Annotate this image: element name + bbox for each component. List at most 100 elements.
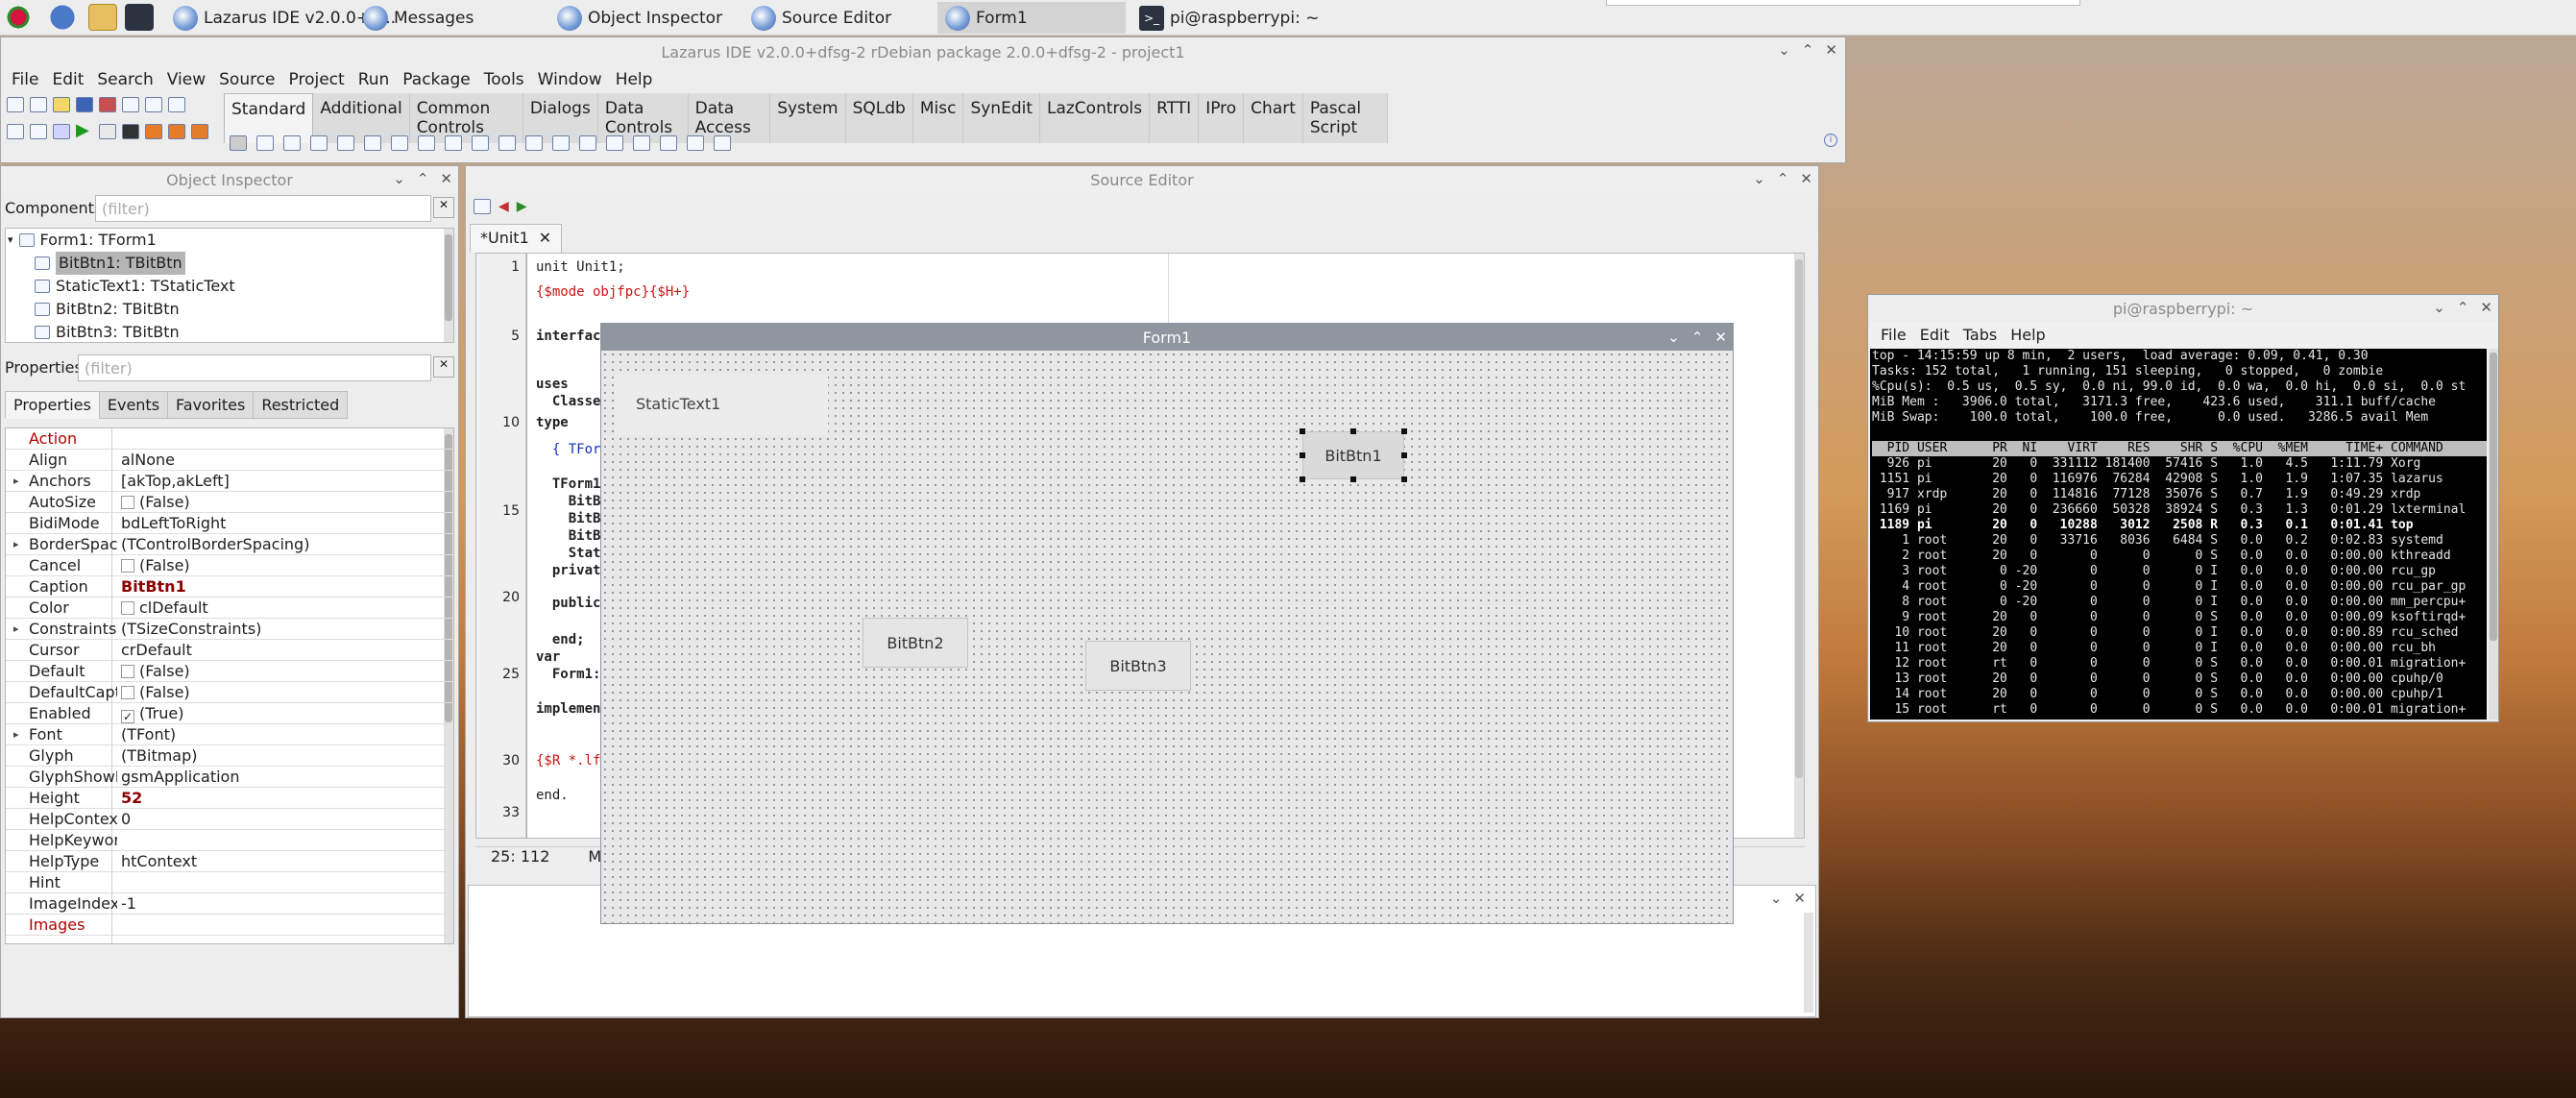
property-row[interactable]: ▸ Font (TFont) <box>6 724 453 745</box>
palette-tab-rtti[interactable]: RTTI <box>1150 93 1200 143</box>
close-icon[interactable]: ✕ <box>1714 329 1727 346</box>
menu-run[interactable]: Run <box>352 66 397 93</box>
close-icon[interactable]: ✕ <box>1800 170 1812 187</box>
property-value[interactable]: ✓ (True) <box>121 703 183 723</box>
property-row[interactable]: BidiMode bdLeftToRight <box>6 513 453 534</box>
new-form-icon[interactable] <box>30 97 47 112</box>
minimize-icon[interactable]: ⌄ <box>1778 41 1790 59</box>
tab-restricted[interactable]: Restricted <box>253 391 349 419</box>
property-value[interactable]: (TBitmap) <box>121 745 198 766</box>
collapse-icon[interactable]: ▾ <box>8 229 13 252</box>
menu-source[interactable]: Source <box>212 66 281 93</box>
menu-window[interactable]: Window <box>531 66 609 93</box>
pause-icon[interactable] <box>99 124 116 139</box>
tab-unit1[interactable]: *Unit1 ✕ <box>470 224 563 253</box>
selection-handle[interactable] <box>1401 452 1407 458</box>
memo-component-icon[interactable] <box>391 135 408 151</box>
checkbox[interactable] <box>121 665 134 678</box>
property-value[interactable]: crDefault <box>121 640 192 660</box>
selection-handle[interactable] <box>1350 428 1356 434</box>
property-value[interactable]: bdLeftToRight <box>121 513 226 533</box>
property-row[interactable]: Enabled ✓ (True) <box>6 703 453 724</box>
property-value[interactable]: alNone <box>121 450 175 470</box>
form1-canvas[interactable]: StaticText1 BitBtn1 BitBtn2 BitBtn3 <box>601 351 1733 923</box>
selection-handle[interactable] <box>1300 452 1305 458</box>
expand-icon[interactable]: ▸ <box>13 534 19 554</box>
menu-package[interactable]: Package <box>396 66 476 93</box>
components-filter-input[interactable]: (filter) <box>95 195 431 222</box>
property-row[interactable]: Glyph (TBitmap) <box>6 745 453 767</box>
info-icon[interactable]: i <box>1824 134 1837 147</box>
combobox-component-icon[interactable] <box>525 135 543 151</box>
taskbar-input-field[interactable] <box>1606 0 2080 6</box>
menu-file[interactable]: File <box>5 66 45 93</box>
save-all-icon[interactable] <box>99 97 116 112</box>
expand-icon[interactable]: ▸ <box>13 619 19 639</box>
palette-tab-misc[interactable]: Misc <box>912 93 964 143</box>
palette-tab-synedit[interactable]: SynEdit <box>963 93 1040 143</box>
property-value[interactable]: (False) <box>121 682 190 702</box>
checkgroup-component-icon[interactable] <box>633 135 650 151</box>
clear-filter-icon[interactable]: ✕ <box>433 197 454 218</box>
groupbox-component-icon[interactable] <box>579 135 596 151</box>
palette-tab-system[interactable]: System <box>770 93 846 143</box>
frame-component-icon[interactable] <box>687 135 704 151</box>
button-component-icon[interactable] <box>310 135 328 151</box>
property-row[interactable]: Color clDefault <box>6 598 453 619</box>
checkbox[interactable] <box>121 496 134 509</box>
label-component-icon[interactable] <box>337 135 354 151</box>
property-row[interactable]: Default (False) <box>6 661 453 682</box>
property-value[interactable]: clDefault <box>121 598 208 618</box>
property-row[interactable]: ▸ Anchors [akTop,akLeft] <box>6 471 453 492</box>
maximize-icon[interactable]: ⌃ <box>1777 170 1789 187</box>
tab-favorites[interactable]: Favorites <box>167 391 255 419</box>
radiogroup-component-icon[interactable] <box>606 135 623 151</box>
minimize-icon[interactable]: ⌄ <box>1753 170 1765 187</box>
checkbox-component-icon[interactable] <box>445 135 462 151</box>
minimize-icon[interactable]: ⌄ <box>1770 890 1783 907</box>
popupmenu-component-icon[interactable] <box>283 135 301 151</box>
terminal-menu-tabs[interactable]: Tabs <box>1956 322 2004 347</box>
task-object-inspector[interactable]: Object Inspector <box>549 2 730 34</box>
terminal-launcher-icon[interactable] <box>125 4 154 31</box>
bitbtn2[interactable]: BitBtn2 <box>863 618 968 668</box>
terminal-menu-edit[interactable]: Edit <box>1913 322 1956 347</box>
selection-handle[interactable] <box>1401 428 1407 434</box>
maximize-icon[interactable]: ⌃ <box>2457 299 2469 316</box>
palette-tab-pascal-script[interactable]: Pascal Script <box>1302 93 1389 143</box>
tree-item-bitbtn2[interactable]: BitBtn2: TBitBtn <box>6 298 453 321</box>
property-row[interactable]: Cancel (False) <box>6 555 453 576</box>
task-terminal[interactable]: >_ pi@raspberrypi: ~ <box>1131 2 1326 34</box>
toggle-form-icon[interactable] <box>122 97 139 112</box>
menu-search[interactable]: Search <box>90 66 159 93</box>
checkbox[interactable]: ✓ <box>121 710 134 723</box>
property-row[interactable]: Hint <box>6 872 453 893</box>
tree-item-form1[interactable]: ▾ Form1: TForm1 <box>6 229 453 252</box>
properties-filter-input[interactable]: (filter) <box>78 354 431 381</box>
property-value[interactable]: -1 <box>121 893 136 914</box>
togglebox-component-icon[interactable] <box>418 135 435 151</box>
menu-help[interactable]: Help <box>609 66 660 93</box>
property-row[interactable]: ▸ Constraints (TSizeConstraints) <box>6 619 453 640</box>
minimize-icon[interactable]: ⌄ <box>2433 299 2445 316</box>
build-mode-icon[interactable] <box>53 124 70 139</box>
raspberry-menu-icon[interactable] <box>4 4 33 31</box>
browser-icon[interactable] <box>48 4 77 31</box>
edit-component-icon[interactable] <box>364 135 381 151</box>
checkbox[interactable] <box>121 559 134 573</box>
property-value[interactable]: htContext <box>121 851 197 871</box>
property-value[interactable]: (TControlBorderSpacing) <box>121 534 309 554</box>
terminal-menu-help[interactable]: Help <box>2004 322 2052 347</box>
view-forms-icon[interactable] <box>168 97 185 112</box>
property-row[interactable]: HelpKeyword <box>6 830 453 851</box>
property-row[interactable]: Align alNone <box>6 450 453 471</box>
property-row[interactable]: Action <box>6 428 453 450</box>
tab-properties[interactable]: Properties <box>5 391 100 419</box>
property-row[interactable]: HelpContext 0 <box>6 809 453 830</box>
save-icon[interactable] <box>76 97 93 112</box>
tab-events[interactable]: Events <box>98 391 169 419</box>
property-value[interactable]: 52 <box>121 788 142 808</box>
property-row[interactable]: Height 52 <box>6 788 453 809</box>
property-value[interactable]: (False) <box>121 661 190 681</box>
selection-handle[interactable] <box>1300 428 1305 434</box>
